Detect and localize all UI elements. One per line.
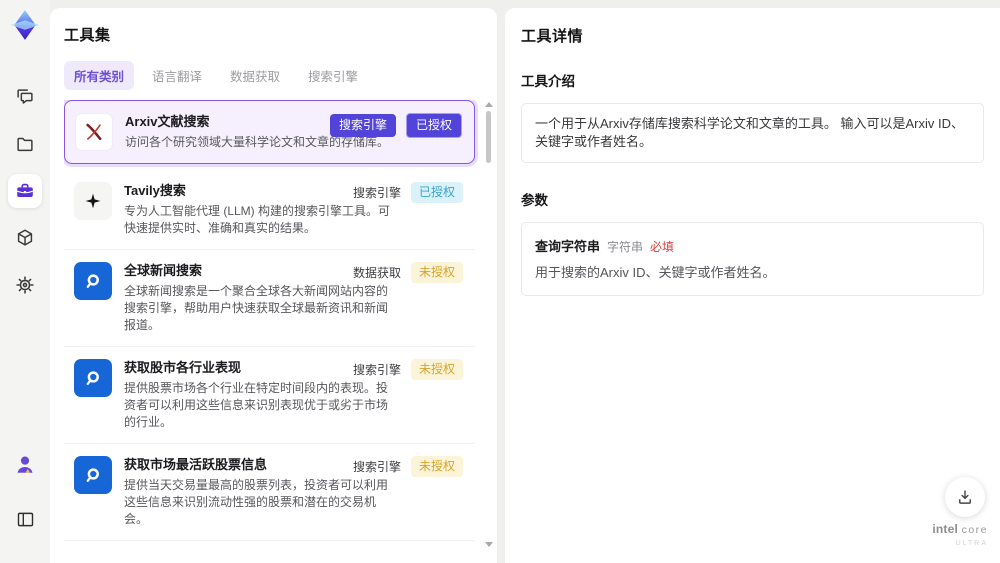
news-icon <box>74 359 112 397</box>
folder-icon <box>17 137 33 152</box>
briefcase-icon <box>17 183 33 197</box>
tool-card-global-news[interactable]: 全球新闻搜索 全球新闻搜索是一个聚合全球各大新闻网站内容的搜索引擎，帮助用户快速… <box>64 250 475 347</box>
auth-badge: 未授权 <box>410 262 463 283</box>
auth-badge: 未授权 <box>410 456 463 477</box>
scrollbar-thumb[interactable] <box>486 111 491 163</box>
toolset-panel: 工具集 所有类别 语言翻译 数据获取 搜索引擎 Arxiv文献搜索 访问各个研究… <box>50 8 497 563</box>
param-name: 查询字符串 <box>535 239 601 254</box>
param-type: 字符串 <box>607 240 644 254</box>
tool-card-side: 搜索引擎 已授权 <box>329 113 462 138</box>
news-icon <box>74 262 112 300</box>
sidebar-item-chat[interactable] <box>8 80 42 114</box>
tool-desc: 全球新闻搜索是一个聚合全球各大新闻网站内容的搜索引擎，帮助用户快速获取全球最新资… <box>124 284 389 332</box>
sidebar-item-settings[interactable] <box>8 268 42 302</box>
tool-card-arxiv[interactable]: Arxiv文献搜索 访问各个研究领域大量科学论文和文章的存储库。 搜索引擎 已授… <box>64 100 475 164</box>
tool-card-side: 搜索引擎 未授权 <box>353 456 463 477</box>
tool-card-tavily[interactable]: Tavily搜索 专为人工智能代理 (LLM) 构建的搜索引擎工具。可快速提供实… <box>64 170 475 250</box>
param-row: 查询字符串 字符串 必填 <box>535 236 970 255</box>
category-badge: 搜索引擎 <box>329 114 396 137</box>
sidebar-item-files[interactable] <box>8 127 42 161</box>
intro-text: 一个用于从Arxiv存储库搜索科学论文和文章的工具。 输入可以是Arxiv ID… <box>535 116 965 149</box>
page-title: 工具集 <box>64 27 111 44</box>
tool-card-side: 搜索引擎 未授权 <box>353 359 463 380</box>
panel-toggle-button[interactable] <box>8 502 42 536</box>
sparkle-icon <box>74 182 112 220</box>
package-icon <box>17 229 33 246</box>
category-label: 搜索引擎 <box>352 363 401 377</box>
tab-data-acquisition[interactable]: 数据获取 <box>220 61 290 90</box>
tab-all-categories[interactable]: 所有类别 <box>64 61 135 90</box>
sidebar-item-packages[interactable] <box>8 221 42 255</box>
scroll-down-arrow[interactable] <box>485 542 493 547</box>
auth-badge: 已授权 <box>405 113 462 138</box>
param-card: 查询字符串 字符串 必填 用于搜索的Arxiv ID、关键字或作者姓名。 <box>521 222 984 296</box>
intro-heading: 工具介绍 <box>521 74 575 89</box>
brand-logo-icon <box>10 10 40 40</box>
chat-icon <box>17 89 33 104</box>
tool-detail-panel: 工具详情 工具介绍 一个用于从Arxiv存储库搜索科学论文和文章的工具。 输入可… <box>505 8 1000 563</box>
detail-title: 工具详情 <box>521 28 584 45</box>
tool-desc: 专为人工智能代理 (LLM) 构建的搜索引擎工具。可快速提供实时、准确和真实的结… <box>124 204 391 235</box>
tool-list: Arxiv文献搜索 访问各个研究领域大量科学论文和文章的存储库。 搜索引擎 已授… <box>64 100 497 551</box>
tab-search-engine[interactable]: 搜索引擎 <box>298 61 368 90</box>
intel-ultra-label: ULTRA <box>955 540 988 547</box>
param-required-flag: 必填 <box>650 240 675 254</box>
brand-logo[interactable] <box>8 8 42 42</box>
intro-card: 一个用于从Arxiv存储库搜索科学论文和文章的工具。 输入可以是Arxiv ID… <box>521 103 984 163</box>
list-scrollbar[interactable] <box>484 102 493 547</box>
arxiv-icon <box>75 113 113 151</box>
tool-desc: 提供当天交易量最高的股票列表，投资者可以利用这些信息来识别流动性强的股票和潜在的… <box>124 478 389 526</box>
sidebar-bottom <box>8 447 42 549</box>
param-desc: 用于搜索的Arxiv ID、关键字或作者姓名。 <box>535 265 776 280</box>
tool-card-sector-performance[interactable]: 获取股市各行业表现 提供股票市场各个行业在特定时间段内的表现。投资者可以利用这些… <box>64 347 475 444</box>
intel-core-wordmark: intel core <box>932 522 988 536</box>
tool-desc: 提供股票市场各个行业在特定时间段内的表现。投资者可以利用这些信息来识别表现优于或… <box>124 381 389 429</box>
intel-core-logo: intel core ULTRA <box>932 523 988 550</box>
tool-card-side: 数据获取 未授权 <box>353 262 463 283</box>
params-heading: 参数 <box>521 193 548 208</box>
download-button[interactable] <box>945 477 985 517</box>
category-label: 数据获取 <box>352 266 401 280</box>
user-avatar[interactable] <box>8 447 42 481</box>
category-label: 搜索引擎 <box>352 460 401 474</box>
tool-card-side: 搜索引擎 已授权 <box>353 182 463 203</box>
left-sidebar <box>0 0 50 563</box>
category-tabs: 所有类别 语言翻译 数据获取 搜索引擎 <box>64 61 497 90</box>
sidebar-item-tools-active[interactable] <box>8 174 42 208</box>
scroll-up-arrow[interactable] <box>485 102 493 107</box>
tab-language-translation[interactable]: 语言翻译 <box>142 61 212 90</box>
category-label: 搜索引擎 <box>352 186 401 200</box>
gear-icon <box>16 276 34 294</box>
auth-badge: 已授权 <box>410 182 463 203</box>
auth-badge: 未授权 <box>410 359 463 380</box>
avatar-icon <box>17 456 33 473</box>
tool-card-regional-news[interactable]: 万维地区新闻查询 查询具体行政区划内的新闻，快速了解各地新闻动 搜索引擎 未授权 <box>64 541 475 551</box>
panel-toggle-icon <box>17 512 33 526</box>
tool-card-active-stocks[interactable]: 获取市场最活跃股票信息 提供当天交易量最高的股票列表，投资者可以利用这些信息来识… <box>64 444 475 541</box>
download-icon <box>959 490 971 504</box>
news-icon <box>74 456 112 494</box>
